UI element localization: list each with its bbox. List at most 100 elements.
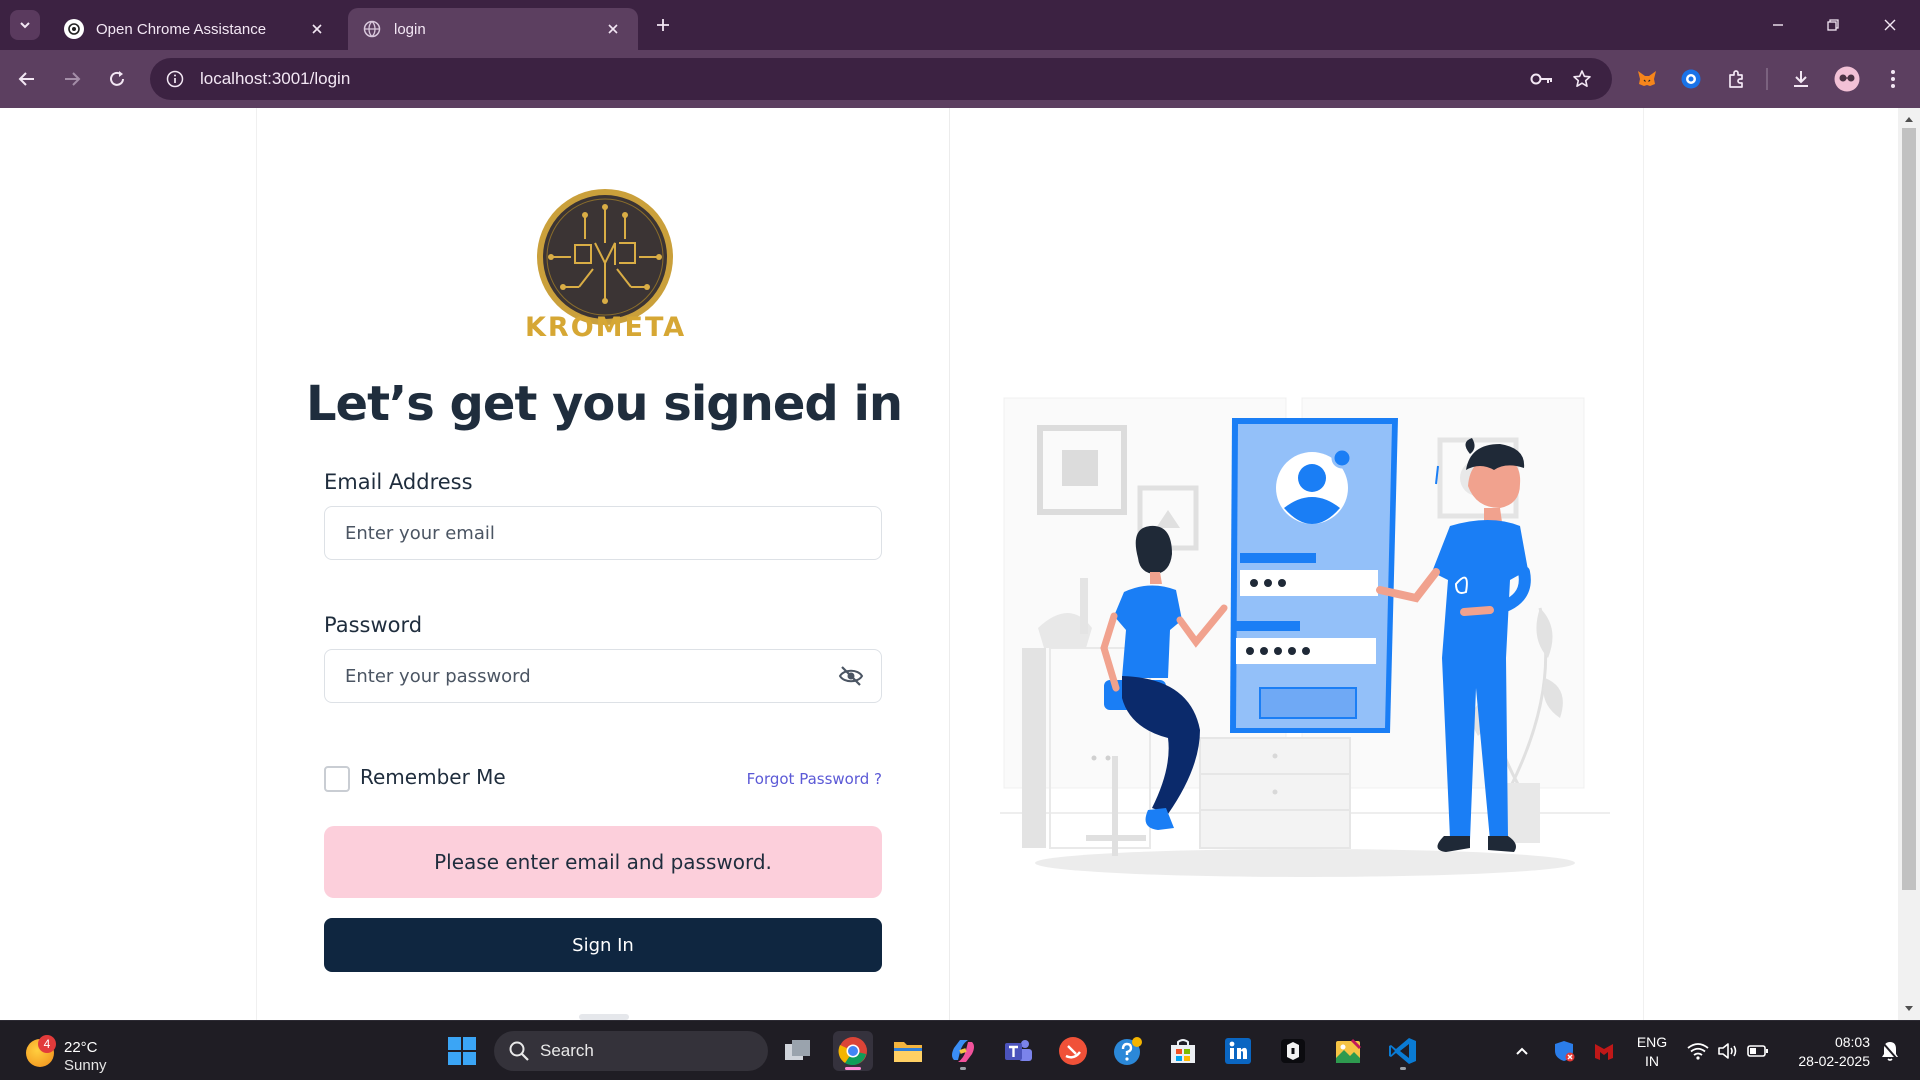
close-icon: [1884, 19, 1896, 31]
password-key-icon[interactable]: [1530, 67, 1554, 91]
close-icon: [608, 24, 618, 34]
terminal-app-icon[interactable]: [1273, 1031, 1313, 1071]
notification-bell-icon[interactable]: [1876, 1035, 1904, 1067]
login-panel: KROMETA Let’s get you signed in Email Ad…: [256, 108, 950, 1020]
scroll-down-arrow-icon[interactable]: [1902, 1002, 1916, 1016]
metamask-extension-icon[interactable]: [1632, 64, 1662, 94]
arrow-right-icon: [65, 72, 81, 86]
password-input[interactable]: [325, 650, 881, 702]
get-help-icon[interactable]: [1108, 1031, 1148, 1071]
scrollbar-thumb[interactable]: [1902, 128, 1916, 890]
weather-condition: Sunny: [64, 1057, 107, 1074]
language-region: IN: [1645, 1053, 1659, 1069]
active-app-indicator: [845, 1067, 861, 1070]
wifi-icon[interactable]: [1684, 1035, 1712, 1067]
error-alert: Please enter email and password.: [324, 826, 882, 898]
language-indicator[interactable]: ENG IN: [1634, 1033, 1670, 1071]
security-shield-icon[interactable]: [1550, 1035, 1578, 1067]
weather-temperature: 22°C: [64, 1039, 98, 1056]
email-label: Email Address: [324, 470, 473, 494]
eye-off-icon: [838, 666, 864, 686]
email-input[interactable]: [325, 507, 881, 559]
linkedin-icon[interactable]: [1218, 1031, 1258, 1071]
back-button[interactable]: [12, 64, 42, 94]
chevron-up-icon: [1516, 1047, 1528, 1055]
show-hidden-icons-button[interactable]: [1510, 1035, 1534, 1067]
page-scrollbar[interactable]: [1898, 108, 1920, 1020]
restore-button[interactable]: [1819, 12, 1847, 38]
page-viewport: KROMETA Let’s get you signed in Email Ad…: [0, 108, 1898, 1020]
taskbar-search-box[interactable]: Search: [494, 1031, 768, 1071]
task-view-icon[interactable]: [778, 1031, 818, 1071]
chevron-down-icon: [20, 22, 30, 29]
downloads-icon[interactable]: [1786, 64, 1816, 94]
search-icon: [509, 1041, 529, 1061]
reload-button[interactable]: [102, 64, 132, 94]
logo-wordmark: KROMETA: [525, 312, 687, 343]
browser-toolbar: localhost:3001/login: [0, 50, 1920, 108]
chrome-icon[interactable]: [833, 1031, 873, 1071]
volume-icon[interactable]: [1714, 1035, 1742, 1067]
swift-icon[interactable]: [1053, 1031, 1093, 1071]
toolbar-divider: [1766, 68, 1768, 90]
tab-search-button[interactable]: [10, 10, 40, 40]
scroll-up-arrow-icon[interactable]: [1902, 112, 1916, 126]
battery-icon[interactable]: [1744, 1035, 1772, 1067]
address-bar[interactable]: localhost:3001/login: [150, 58, 1612, 100]
clock-date: 28-02-2025: [1798, 1053, 1870, 1069]
running-indicator: [960, 1067, 966, 1070]
toggle-password-visibility-button[interactable]: [837, 664, 865, 688]
microsoft-store-icon[interactable]: [1163, 1031, 1203, 1071]
extensions-puzzle-icon[interactable]: [1721, 64, 1751, 94]
bookmark-star-icon[interactable]: [1570, 67, 1594, 91]
start-button[interactable]: [442, 1031, 482, 1071]
running-indicator: [1400, 1067, 1406, 1070]
globe-icon: [362, 19, 382, 39]
remember-me-checkbox[interactable]: [324, 766, 350, 792]
vscode-icon[interactable]: [1383, 1031, 1423, 1071]
forgot-password-link[interactable]: Forgot Password ?: [747, 770, 882, 788]
mcafee-icon[interactable]: [1590, 1035, 1618, 1067]
weather-widget[interactable]: 4 22°C Sunny: [22, 1029, 122, 1074]
arrow-left-icon: [18, 72, 34, 86]
photo-editor-icon[interactable]: [1328, 1031, 1368, 1071]
reload-icon: [110, 71, 124, 86]
browser-menu-button[interactable]: [1878, 64, 1908, 94]
tab-title: Open Chrome Assistance: [96, 20, 267, 38]
tab-open-chrome-assistance[interactable]: Open Chrome Assistance: [50, 8, 342, 50]
windows-taskbar: 4 22°C Sunny Search ENG IN 08:03 28-02-2…: [0, 1020, 1920, 1080]
sign-in-button[interactable]: Sign In: [324, 918, 882, 972]
tab-strip: Open Chrome Assistance login: [0, 0, 1920, 50]
remember-row: Remember Me Forgot Password ?: [324, 764, 882, 794]
illustration-panel: [950, 108, 1644, 1020]
windows-logo-icon: [448, 1037, 476, 1065]
close-window-button[interactable]: [1876, 12, 1904, 38]
tab-title: login: [394, 20, 426, 38]
restore-icon: [1827, 19, 1839, 31]
tab-close-button[interactable]: [306, 18, 328, 40]
teams-icon[interactable]: [998, 1031, 1038, 1071]
file-explorer-icon[interactable]: [888, 1031, 928, 1071]
tab-login[interactable]: login: [348, 8, 638, 50]
clock-time: 08:03: [1834, 1034, 1870, 1050]
login-illustration-icon: [1000, 397, 1610, 877]
weather-badge: 4: [38, 1035, 56, 1053]
password-label: Password: [324, 613, 423, 637]
forward-button[interactable]: [57, 64, 87, 94]
remember-me-label[interactable]: Remember Me: [360, 765, 506, 789]
profile-avatar[interactable]: [1832, 64, 1862, 94]
language-code: ENG: [1636, 1034, 1668, 1050]
new-tab-button[interactable]: [650, 12, 676, 38]
password-field-box: [324, 649, 882, 703]
tab-close-button[interactable]: [602, 18, 624, 40]
site-info-icon[interactable]: [164, 68, 186, 90]
url-text: localhost:3001/login: [200, 69, 351, 88]
email-field-box: [324, 506, 882, 560]
record-extension-icon[interactable]: [1676, 64, 1706, 94]
copilot-icon[interactable]: [943, 1031, 983, 1071]
search-label: Search: [540, 1041, 594, 1060]
page-title: Let’s get you signed in: [305, 376, 903, 432]
minimize-icon: [1773, 24, 1783, 26]
system-clock[interactable]: 08:03 28-02-2025: [1782, 1033, 1870, 1071]
minimize-button[interactable]: [1764, 12, 1792, 38]
